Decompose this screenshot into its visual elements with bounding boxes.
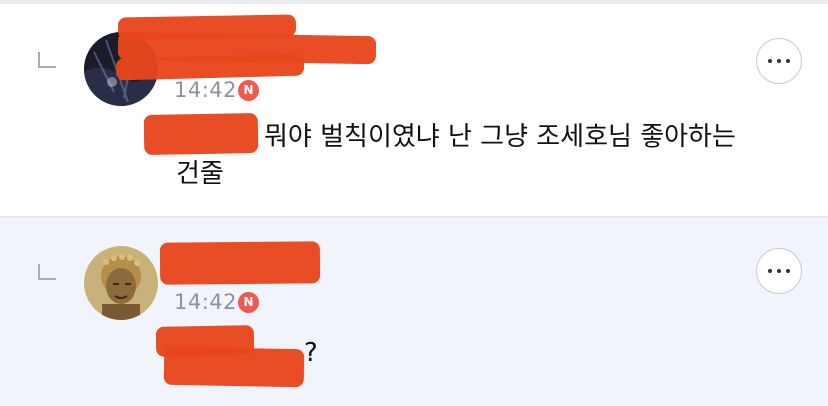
redacted-mention (163, 346, 305, 388)
more-options-icon (777, 269, 781, 273)
comment-text: ? (304, 338, 318, 368)
comment-timestamp: 14:42 (174, 78, 238, 102)
more-options-icon (768, 269, 772, 273)
reply-comment: 14:42 N ? (0, 218, 828, 406)
redacted-username (159, 241, 321, 285)
redacted-mention (143, 113, 259, 155)
reply-arrow-icon (38, 52, 56, 68)
redacted-username (115, 53, 305, 81)
more-options-icon (768, 59, 772, 63)
reply-arrow-icon (38, 264, 56, 280)
new-badge-icon: N (238, 292, 259, 313)
new-badge-icon: N (238, 80, 259, 101)
reply-comment: 14:42 N 뭐야 벌칙이였냐 난 그냥 조세호님 좋아하는 건줄 (0, 4, 828, 216)
more-options-icon (777, 59, 781, 63)
avatar[interactable] (84, 246, 158, 320)
more-options-icon (786, 269, 790, 273)
more-options-button[interactable] (756, 38, 802, 84)
more-options-button[interactable] (756, 248, 802, 294)
comment-text: 뭐야 벌칙이였냐 난 그냥 조세호님 좋아하는 (264, 122, 736, 152)
comment-text: 건줄 (176, 159, 224, 189)
more-options-icon (786, 59, 790, 63)
comment-timestamp: 14:42 (174, 290, 238, 314)
